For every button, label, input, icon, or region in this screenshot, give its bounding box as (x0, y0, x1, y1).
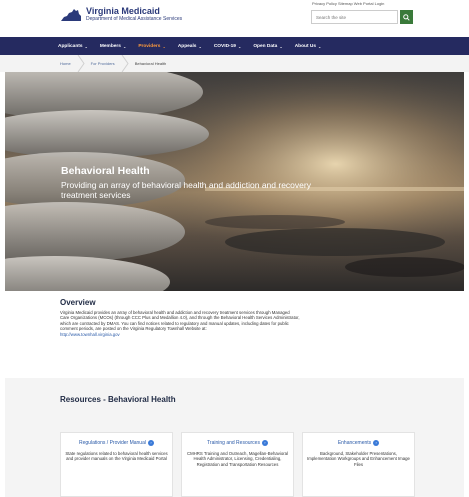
logo-subtitle: Department of Medical Assistance Service… (86, 16, 183, 22)
card-description: CMHRS Training and Outreach, Magellan-Be… (186, 451, 289, 467)
card-title[interactable]: Training and Resources › (182, 440, 293, 446)
chevron-down-icon: ⌄ (84, 43, 88, 49)
search-icon (403, 13, 410, 21)
search-button[interactable] (400, 10, 413, 24)
arrow-right-icon: › (373, 440, 380, 446)
page-title: Behavioral Health (61, 165, 150, 177)
site-header: Virginia Medicaid Department of Medical … (0, 0, 469, 36)
breadcrumb-current: Behavioral Health (134, 61, 167, 66)
card-description: State regulations related to behavioral … (65, 451, 168, 462)
resources-heading: Resources - Behavioral Health (60, 395, 176, 404)
utility-links[interactable]: Privacy Policy Sitemap Web Portal Login (312, 1, 384, 6)
card-title[interactable]: Enhancements › (303, 440, 414, 446)
breadcrumb-home[interactable]: Home (60, 61, 71, 66)
chevron-down-icon: ⌄ (198, 43, 202, 49)
nav-item-open-data[interactable]: Open Data ⌄ (253, 44, 282, 49)
card-title[interactable]: Regulations / Provider Manual › (61, 440, 172, 446)
resource-card-regulations[interactable]: Regulations / Provider Manual › State reg… (60, 432, 173, 497)
overview-body: Virginia Medicaid provides an array of b… (60, 310, 300, 337)
nav-item-applicants[interactable]: Applicants ⌄ (58, 44, 88, 49)
breadcrumb-for-providers[interactable]: For Providers (91, 61, 115, 66)
breadcrumb-separator-icon (77, 55, 85, 72)
chevron-down-icon: ⌄ (237, 43, 242, 49)
arrow-right-icon: › (147, 440, 154, 446)
breadcrumb-separator-icon (121, 55, 129, 72)
chevron-down-icon: ⌄ (318, 43, 322, 49)
resources-section: Resources - Behavioral Health Regulation… (5, 378, 464, 497)
chevron-down-icon: ⌄ (122, 43, 127, 49)
resource-card-enhancements[interactable]: Enhancements › Background, Stakeholder Pr… (302, 432, 415, 497)
main-nav: Applicants ⌄ Members ⌄ Providers ⌄ Appeals ⌄… (0, 37, 469, 55)
logo-title: Virginia Medicaid (86, 6, 160, 16)
card-description: Background, Stakeholder Presentations, I… (307, 451, 410, 467)
overview-heading: Overview (60, 298, 96, 307)
logo[interactable]: Virginia Medicaid Department of Medical … (60, 6, 182, 23)
hero-banner: Behavioral Health Providing an array of … (5, 72, 464, 291)
nav-item-covid-19[interactable]: COVID-19 ⌄ (214, 44, 241, 49)
chevron-down-icon: ⌄ (162, 43, 166, 49)
virginia-state-icon (61, 8, 81, 21)
chevron-down-icon: ⌄ (279, 43, 283, 49)
page-subtitle: Providing an array of behavioral health … (61, 180, 311, 200)
nav-item-providers[interactable]: Providers ⌄ (138, 44, 166, 49)
resource-card-training[interactable]: Training and Resources › CMHRS Training a… (181, 432, 294, 497)
arrow-right-icon: › (261, 440, 268, 446)
nav-item-members[interactable]: Members ⌄ (100, 44, 126, 49)
search-bar (311, 10, 413, 24)
nav-item-appeals[interactable]: Appeals ⌄ (178, 44, 202, 49)
townhall-link[interactable]: http://www.townhall.virginia.gov (60, 332, 120, 337)
nav-item-about-us[interactable]: About Us ⌄ (295, 44, 322, 49)
breadcrumb: Home For Providers Behavioral Health (0, 55, 469, 72)
search-input[interactable] (311, 10, 398, 24)
overview-paragraph: Virginia Medicaid provides an array of b… (60, 310, 300, 332)
